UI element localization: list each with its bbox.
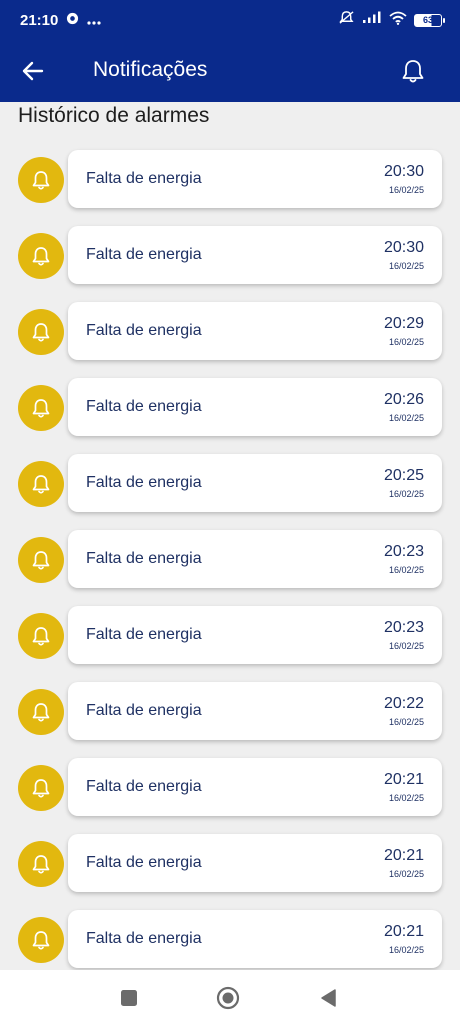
alarm-date: 16/02/25 [388,413,424,423]
battery-icon: 63 [414,13,445,27]
nav-back-button[interactable] [316,986,340,1010]
alarm-date: 16/02/25 [388,793,424,803]
alarm-time: 20:23 [383,543,424,560]
alarm-date: 16/02/25 [388,717,424,727]
alarm-date: 16/02/25 [388,945,424,955]
list-item: Falta de energia 20:26 16/02/25 [0,376,460,440]
alarm-card[interactable]: Falta de energia 20:30 16/02/25 [68,226,442,284]
alarm-date: 16/02/25 [388,185,424,195]
alarm-time: 20:29 [383,315,424,332]
list-item: Falta de energia 20:21 16/02/25 [0,832,460,896]
signal-icon [362,11,382,29]
alarm-time: 20:30 [383,239,424,256]
more-dots-icon [87,12,101,29]
square-icon [121,990,137,1006]
alarm-card[interactable]: Falta de energia 20:22 16/02/25 [68,682,442,740]
alarm-bell-icon [18,613,64,659]
circle-icon [216,986,240,1010]
alarm-bell-icon [18,841,64,887]
mute-icon [338,10,355,30]
alarm-date: 16/02/25 [388,489,424,499]
alarm-card[interactable]: Falta de energia 20:23 16/02/25 [68,606,442,664]
alarm-card[interactable]: Falta de energia 20:30 16/02/25 [68,150,442,208]
alarm-date: 16/02/25 [388,337,424,347]
alarm-card[interactable]: Falta de energia 20:21 16/02/25 [68,834,442,892]
alarm-bell-icon [18,689,64,735]
alarm-time: 20:25 [383,467,424,484]
bell-outline-icon [402,60,424,83]
alarm-card[interactable]: Falta de energia 20:23 16/02/25 [68,530,442,588]
notifications-button[interactable] [398,56,428,86]
alarm-bell-icon [18,157,64,203]
alarm-card[interactable]: Falta de energia 20:29 16/02/25 [68,302,442,360]
triangle-back-icon [321,989,336,1007]
section-title: Histórico de alarmes [18,104,210,127]
alarm-label: Falta de energia [86,474,202,491]
back-button[interactable] [18,56,48,86]
alarm-time: 20:21 [383,847,424,864]
status-bar: 21:10 63 [0,0,460,40]
list-item: Falta de energia 20:22 16/02/25 [0,680,460,744]
nav-home-button[interactable] [216,986,240,1010]
alarm-bell-icon [18,233,64,279]
alarm-date: 16/02/25 [388,641,424,651]
alarm-time: 20:21 [383,771,424,788]
alarm-time: 20:22 [383,695,424,712]
alarm-label: Falta de energia [86,398,202,415]
list-item: Falta de energia 20:29 16/02/25 [0,300,460,364]
alarm-label: Falta de energia [86,550,202,567]
status-left: 21:10 [20,12,101,29]
alarm-label: Falta de energia [86,322,202,339]
arrow-left-icon [22,61,44,81]
system-nav-bar [0,970,460,1024]
alarm-card[interactable]: Falta de energia 20:26 16/02/25 [68,378,442,436]
list-item: Falta de energia 20:23 16/02/25 [0,528,460,592]
alarm-date: 16/02/25 [388,869,424,879]
alarm-time: 20:21 [383,923,424,940]
wifi-icon [389,11,407,30]
alarm-time: 20:26 [383,391,424,408]
alarm-card[interactable]: Falta de energia 20:25 16/02/25 [68,454,442,512]
alarm-time: 20:23 [383,619,424,636]
alarm-label: Falta de energia [86,626,202,643]
list-item: Falta de energia 20:30 16/02/25 [0,224,460,288]
status-right: 63 [338,10,445,30]
list-item: Falta de energia 20:25 16/02/25 [0,452,460,516]
chrome-notification-icon [66,12,79,29]
alarm-card[interactable]: Falta de energia 20:21 16/02/25 [68,910,442,968]
alarm-bell-icon [18,309,64,355]
alarm-bell-icon [18,917,64,963]
list-item: Falta de energia 20:21 16/02/25 [0,908,460,972]
alarm-bell-icon [18,537,64,583]
alarm-label: Falta de energia [86,854,202,871]
alarm-bell-icon [18,461,64,507]
page-title: Notificações [93,58,208,81]
status-time: 21:10 [20,11,59,29]
alarm-label: Falta de energia [86,778,202,795]
alarm-label: Falta de energia [86,170,202,187]
alarm-bell-icon [18,765,64,811]
alarm-label: Falta de energia [86,930,202,947]
list-item: Falta de energia 20:21 16/02/25 [0,756,460,820]
alarm-label: Falta de energia [86,702,202,719]
list-item: Falta de energia 20:30 16/02/25 [0,148,460,212]
alarm-time: 20:30 [383,163,424,180]
alarm-card[interactable]: Falta de energia 20:21 16/02/25 [68,758,442,816]
nav-recent-button[interactable] [117,986,141,1010]
alarm-date: 16/02/25 [388,565,424,575]
app-bar: Notificações [0,40,460,102]
list-item: Falta de energia 20:23 16/02/25 [0,604,460,668]
alarm-label: Falta de energia [86,246,202,263]
alarm-bell-icon [18,385,64,431]
alarm-date: 16/02/25 [388,261,424,271]
